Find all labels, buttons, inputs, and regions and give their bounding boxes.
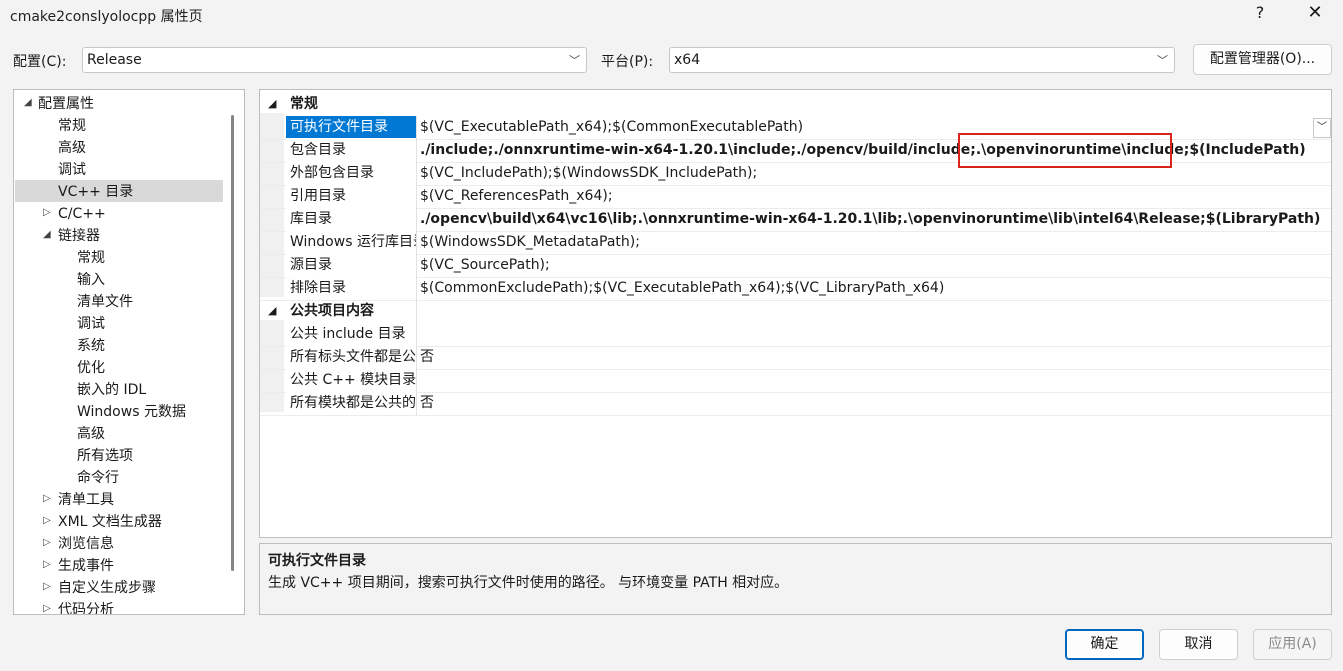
property-value[interactable]: $(VC_ReferencesPath_x64); [420, 185, 613, 207]
property-name[interactable]: 所有模块都是公共的 [286, 392, 416, 414]
tree-item[interactable]: Windows 元数据 [77, 401, 186, 423]
property-value[interactable]: ./include;./onnxruntime-win-x64-1.20.1\i… [420, 139, 1306, 161]
description-title: 可执行文件目录 [268, 553, 366, 569]
tree-item[interactable]: 链接器 [58, 225, 100, 247]
category-title: 公共项目内容 [290, 303, 374, 319]
property-row[interactable]: 公共 C++ 模块目录 [260, 369, 1331, 393]
collapse-icon[interactable]: ◢ [24, 97, 32, 108]
property-name[interactable]: 外部包含目录 [286, 162, 416, 184]
platform-label: 平台(P): [601, 54, 654, 70]
property-value[interactable]: $(VC_IncludePath);$(WindowsSDK_IncludePa… [420, 162, 757, 184]
property-row[interactable]: 所有模块都是公共的否 [260, 392, 1331, 416]
property-value[interactable]: ./opencv\build\x64\vc16\lib;.\onnxruntim… [420, 208, 1320, 230]
property-name[interactable]: 源目录 [286, 254, 416, 276]
property-name[interactable]: 库目录 [286, 208, 416, 230]
expand-icon[interactable]: ▷ [43, 493, 51, 504]
tree-item[interactable]: 调试 [77, 313, 105, 335]
tree-item[interactable]: 生成事件 [58, 555, 114, 577]
category-header[interactable]: ◢ 常规 [260, 93, 1331, 116]
property-row[interactable]: 库目录 ./opencv\build\x64\vc16\lib;.\onnxrun… [260, 208, 1331, 232]
value-dropdown-button[interactable]: ﹀ [1313, 118, 1331, 138]
collapse-icon[interactable]: ◢ [43, 229, 51, 240]
tree-item[interactable]: 调试 [58, 159, 86, 181]
config-label: 配置(C): [13, 54, 67, 70]
property-row[interactable]: 引用目录 $(VC_ReferencesPath_x64); [260, 185, 1331, 209]
property-row[interactable]: 公共 include 目录 [260, 323, 1331, 347]
chevron-down-icon: ﹀ [569, 54, 580, 67]
collapse-icon[interactable]: ◢ [268, 93, 276, 115]
tree-item[interactable]: 高级 [58, 137, 86, 159]
property-row[interactable]: Windows 运行库目录 $(WindowsSDK_MetadataPath); [260, 231, 1331, 255]
tree-item[interactable]: 清单文件 [77, 291, 133, 313]
config-dropdown[interactable]: Release ﹀ [82, 47, 587, 73]
property-value[interactable]: 否 [420, 392, 434, 414]
property-tree[interactable]: ◢ 配置属性 常规 高级 调试 VC++ 目录 ▷ C/C++ ◢ 链接器 常规 输入 清单文件 调试 系统… [13, 89, 245, 615]
ok-button[interactable]: 确定 [1065, 629, 1144, 660]
property-value[interactable]: $(WindowsSDK_MetadataPath); [420, 231, 640, 253]
expand-icon[interactable]: ▷ [43, 207, 51, 218]
cancel-button[interactable]: 取消 [1159, 629, 1238, 660]
property-value[interactable]: 否 [420, 346, 434, 368]
property-row[interactable]: 源目录 $(VC_SourcePath); [260, 254, 1331, 278]
column-divider[interactable] [416, 116, 417, 415]
tree-item[interactable]: 自定义生成步骤 [58, 577, 156, 599]
description-panel: 可执行文件目录 生成 VC++ 项目期间，搜索可执行文件时使用的路径。 与环境变… [259, 543, 1332, 615]
tree-item[interactable]: 常规 [58, 115, 86, 137]
property-name[interactable]: 可执行文件目录 [286, 116, 416, 138]
property-value[interactable]: $(VC_SourcePath); [420, 254, 550, 276]
tree-item[interactable]: 嵌入的 IDL [77, 379, 146, 401]
property-row[interactable]: 所有标头文件都是公共的否 [260, 346, 1331, 370]
expand-icon[interactable]: ▷ [43, 559, 51, 570]
tree-item[interactable]: 代码分析 [58, 599, 114, 614]
tree-item[interactable]: VC++ 目录 [58, 181, 133, 203]
config-manager-button[interactable]: 配置管理器(O)... [1193, 44, 1332, 75]
config-value: Release [87, 52, 142, 68]
category-title: 常规 [290, 96, 318, 112]
property-name[interactable]: 公共 include 目录 [286, 323, 416, 345]
description-text: 生成 VC++ 项目期间，搜索可执行文件时使用的路径。 与环境变量 PATH 相… [268, 575, 789, 591]
property-value[interactable]: $(CommonExcludePath);$(VC_ExecutablePath… [420, 277, 944, 299]
apply-button[interactable]: 应用(A) [1253, 629, 1332, 660]
tree-item[interactable]: 输入 [77, 269, 105, 291]
property-name[interactable]: Windows 运行库目录 [286, 231, 416, 253]
tree-scrollbar[interactable] [231, 115, 234, 571]
property-name[interactable]: 所有标头文件都是公共的 [286, 346, 416, 368]
property-name[interactable]: 引用目录 [286, 185, 416, 207]
highlight-annotation-box [958, 133, 1172, 168]
expand-icon[interactable]: ▷ [43, 603, 51, 614]
tree-item[interactable]: 常规 [77, 247, 105, 269]
property-name[interactable]: 公共 C++ 模块目录 [286, 369, 416, 391]
expand-icon[interactable]: ▷ [43, 515, 51, 526]
collapse-icon[interactable]: ◢ [268, 300, 276, 322]
expand-icon[interactable]: ▷ [43, 537, 51, 548]
tree-item[interactable]: 浏览信息 [58, 533, 114, 555]
property-row[interactable]: 排除目录 $(CommonExcludePath);$(VC_Executable… [260, 277, 1331, 301]
tree-item[interactable]: XML 文档生成器 [58, 511, 162, 533]
tree-item[interactable]: C/C++ [58, 203, 106, 225]
tree-item[interactable]: 系统 [77, 335, 105, 357]
platform-dropdown[interactable]: x64 ﹀ [669, 47, 1175, 73]
tree-item[interactable]: 配置属性 [38, 93, 94, 115]
tree-item[interactable]: 清单工具 [58, 489, 114, 511]
close-button[interactable]: ✕ [1292, 0, 1338, 28]
property-value[interactable]: $(VC_ExecutablePath_x64);$(CommonExecuta… [420, 116, 803, 138]
window-title: cmake2conslyolocpp 属性页 [10, 9, 203, 25]
property-name[interactable]: 排除目录 [286, 277, 416, 299]
tree-item[interactable]: 命令行 [77, 467, 119, 489]
property-name[interactable]: 包含目录 [286, 139, 416, 161]
tree-item[interactable]: 高级 [77, 423, 105, 445]
category-header[interactable]: ◢ 公共项目内容 [260, 300, 1331, 323]
expand-icon[interactable]: ▷ [43, 581, 51, 592]
help-button[interactable]: ? [1240, 0, 1280, 28]
property-grid[interactable]: ◢ 常规可执行文件目录 $(VC_ExecutablePath_x64);$(Com… [259, 89, 1332, 538]
platform-value: x64 [674, 52, 701, 68]
tree-item[interactable]: 所有选项 [77, 445, 133, 467]
tree-item[interactable]: 优化 [77, 357, 105, 379]
chevron-down-icon: ﹀ [1157, 54, 1168, 67]
